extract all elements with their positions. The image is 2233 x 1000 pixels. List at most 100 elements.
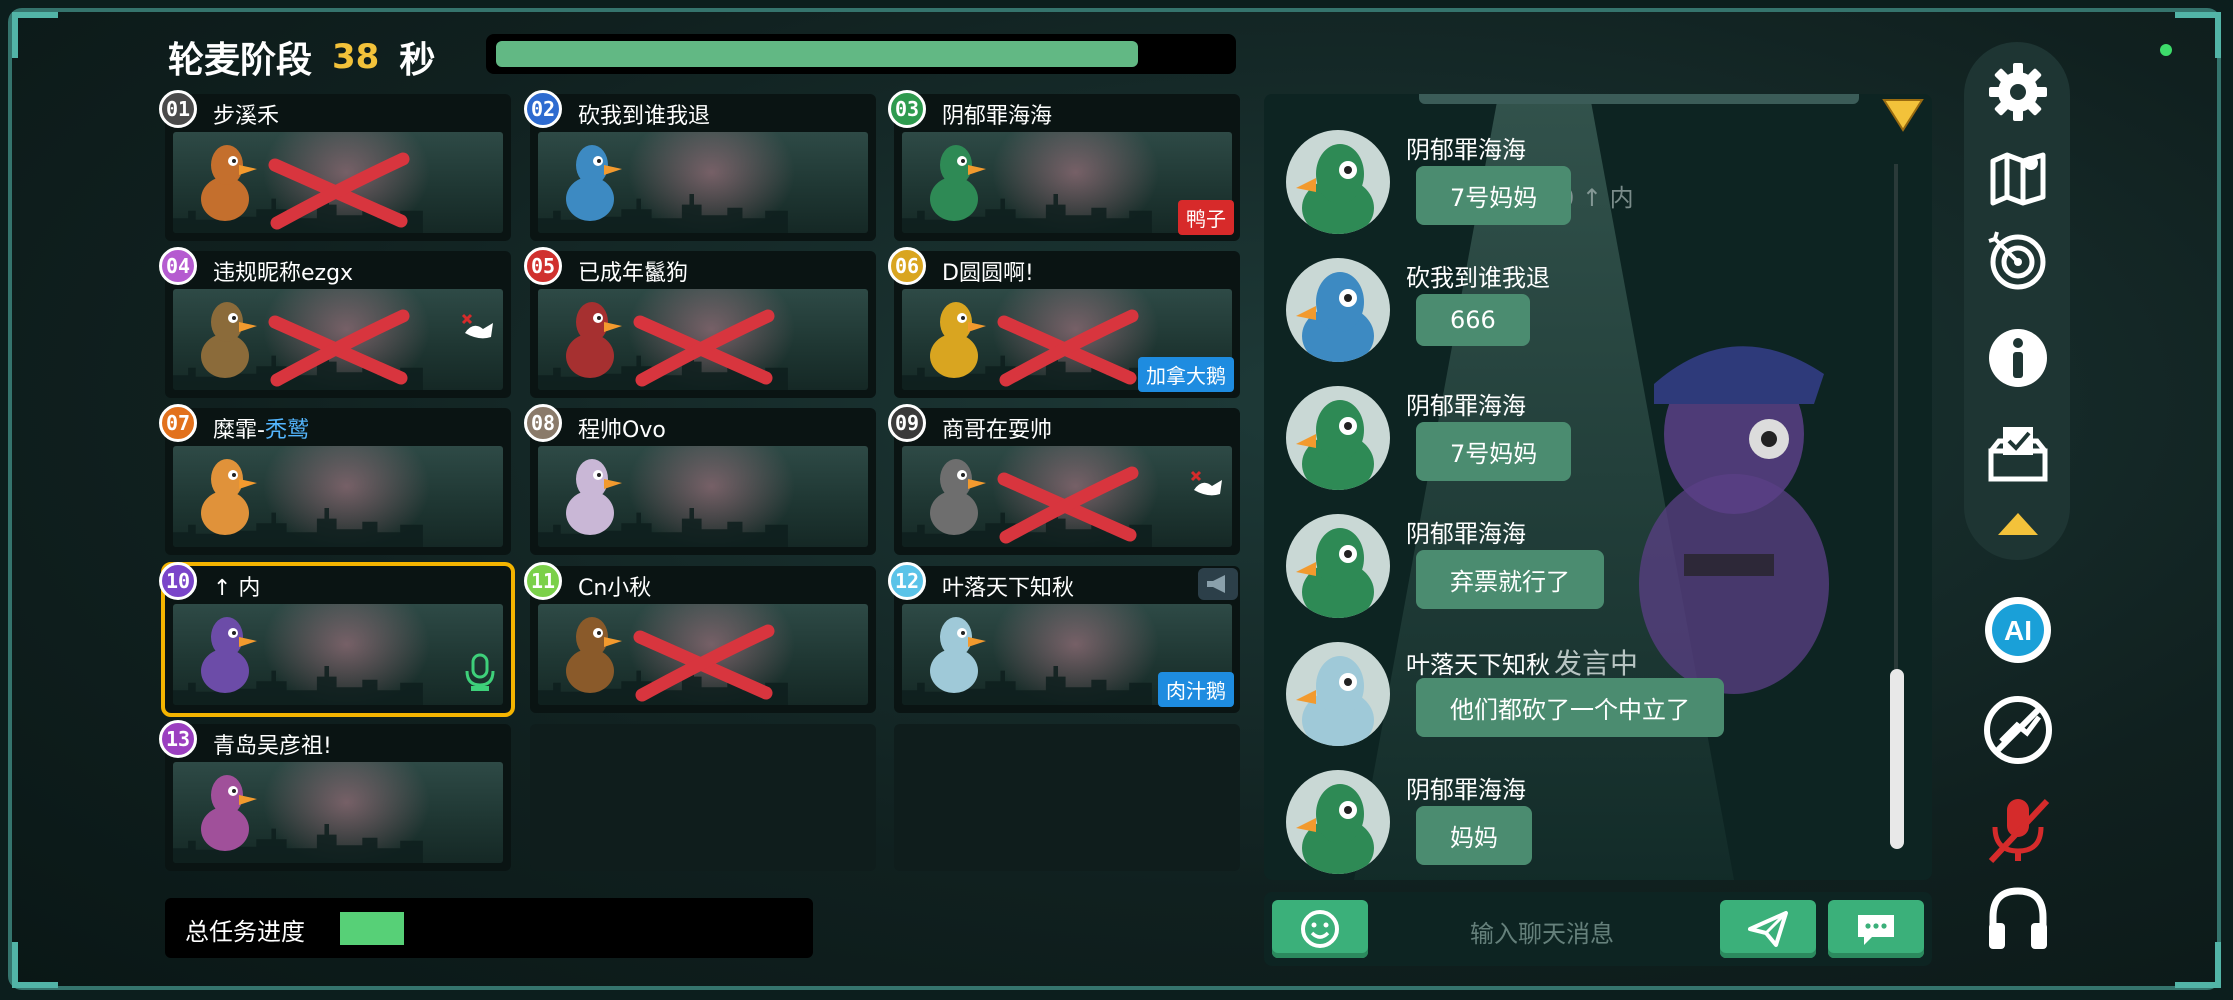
chat-avatar[interactable] (1286, 514, 1390, 618)
connection-dot (2160, 44, 2172, 56)
phase-title: 轮麦阶段 (168, 40, 313, 81)
chat-avatar-goose (1296, 400, 1374, 490)
player-card[interactable]: 01 步溪禾 (159, 90, 511, 241)
player-scene (173, 762, 503, 863)
player-name-text: 糜霏- (213, 418, 265, 443)
chat-bubble: 666 (1416, 294, 1530, 346)
mic-speaking-icon (465, 653, 495, 691)
chat-sender-name: 砍我到谁我退 (1406, 264, 1550, 292)
role-tag: 鸭子 (1178, 200, 1234, 235)
vote-button[interactable] (1978, 412, 2058, 492)
dead-body-icon (1190, 470, 1222, 496)
map-button[interactable] (1978, 138, 2058, 218)
headphones-icon (1989, 887, 2047, 949)
chat-avatar-goose (1296, 272, 1374, 362)
player-card[interactable]: 05 已成年鬣狗 (524, 247, 876, 398)
player-card[interactable]: 07 糜霏-秃鹫 (159, 404, 511, 555)
player-avatar (930, 617, 986, 693)
eliminated-mark-icon (268, 152, 410, 230)
player-name: ↑ 内 (213, 576, 261, 601)
chat-sender: 阴郁罪海海 (1406, 514, 1526, 549)
quick-chat-button[interactable] (1828, 900, 1924, 958)
emoji-button[interactable] (1272, 900, 1368, 958)
player-card[interactable]: 06 D圆圆啊! 加拿大鹅 (888, 247, 1240, 398)
player-name-highlight: 秃鹫 (264, 418, 309, 443)
settings-button[interactable] (1978, 52, 2058, 132)
phase-timer-bar (486, 34, 1236, 74)
no-report-icon (1984, 696, 2052, 764)
player-avatar (201, 302, 257, 378)
phase-seconds: 38 (332, 37, 380, 77)
eliminated-mark-icon (633, 624, 775, 702)
chat-input-bar: 输入聊天消息 (1264, 892, 1932, 966)
player-scene (538, 289, 868, 390)
dead-body-icon (461, 313, 493, 339)
player-card[interactable]: 10 ↑ 内 (159, 562, 515, 717)
player-card[interactable]: 12 叶落天下知秋 肉汁鹅 (888, 562, 1240, 713)
player-card[interactable]: 13 青岛吴彦祖! (159, 720, 511, 871)
player-number-badge: 10 (159, 562, 197, 600)
mic-muted-icon (1988, 798, 2050, 864)
role-tag: 加拿大鹅 (1138, 357, 1234, 392)
player-name: 青岛吴彦祖! (213, 734, 332, 759)
chat-bubble: 7号妈妈 (1416, 422, 1572, 481)
player-number-badge: 06 (888, 247, 926, 285)
no-report-button[interactable] (1978, 690, 2058, 770)
player-name: 违规昵称ezgx (213, 261, 354, 286)
audio-button[interactable] (1978, 878, 2058, 958)
chat-avatar[interactable] (1286, 770, 1390, 874)
task-progress-label: 总任务进度 (185, 918, 305, 946)
chat-sender-name: 阴郁罪海海 (1406, 392, 1526, 420)
target-button[interactable] (1978, 220, 2058, 300)
task-progress-bar (340, 912, 740, 945)
chat-panel: 0 ↑ 内 阴郁罪海海 7号妈妈 砍我到谁我退 666 阴郁罪海海 7号妈妈 阴郁罪海海 弃票… (1264, 94, 1932, 880)
eliminated-mark-icon (997, 466, 1139, 544)
map-icon (1990, 152, 2046, 206)
chat-sender: 阴郁罪海海 (1406, 386, 1526, 421)
chat-input-placeholder[interactable]: 输入聊天消息 (1470, 914, 1614, 949)
chat-avatar-goose (1296, 656, 1374, 746)
frame-corner (12, 942, 58, 988)
player-scene (538, 604, 868, 705)
smile-icon (1301, 910, 1339, 948)
eliminated-mark-icon (268, 309, 410, 387)
player-card[interactable]: 03 阴郁罪海海 鸭子 (888, 90, 1240, 241)
speaker-indicator (1198, 568, 1238, 600)
player-number-badge: 07 (159, 404, 197, 442)
player-card[interactable]: 11 Cn小秋 (524, 562, 876, 713)
chat-avatar[interactable] (1286, 386, 1390, 490)
chat-top-handle (1419, 94, 1859, 104)
player-name: 糜霏-秃鹫 (213, 412, 309, 444)
chat-bubble-icon (1858, 915, 1894, 945)
player-card[interactable]: 08 程帅Ovo (524, 404, 876, 555)
player-avatar (201, 459, 257, 535)
chat-bubble: 妈妈 (1416, 806, 1532, 865)
phase-unit: 秒 (399, 40, 436, 81)
collapse-sidebar-button[interactable] (1978, 494, 2058, 554)
phase-timer-fill (496, 41, 1139, 67)
chat-scroll-top-icon[interactable] (1882, 98, 1924, 134)
player-name: Cn小秋 (578, 576, 652, 601)
chat-sender-name: 阴郁罪海海 (1406, 520, 1526, 548)
player-avatar (566, 145, 622, 221)
chat-avatar[interactable] (1286, 258, 1390, 362)
chat-avatar[interactable] (1286, 642, 1390, 746)
info-button[interactable] (1978, 318, 2058, 398)
mic-toggle-button[interactable] (1978, 790, 2058, 870)
player-scene (173, 446, 503, 547)
info-icon (1989, 329, 2047, 387)
player-card[interactable]: 09 商哥在耍帅 (888, 404, 1240, 555)
chat-scroll-thumb[interactable] (1890, 669, 1904, 849)
ai-button[interactable]: AI (1978, 590, 2058, 670)
player-number-badge: 11 (524, 562, 562, 600)
player-card[interactable]: 02 砍我到谁我退 (524, 90, 876, 241)
player-number-badge: 12 (888, 562, 926, 600)
player-card[interactable]: 04 违规昵称ezgx (159, 247, 511, 398)
send-button[interactable] (1720, 900, 1816, 958)
chat-sender: 叶落天下知秋 发言中 (1406, 642, 1638, 682)
player-scene (538, 132, 868, 233)
chat-avatar[interactable] (1286, 130, 1390, 234)
eliminated-mark-icon (997, 309, 1139, 387)
frame-corner (2175, 942, 2221, 988)
player-avatar (566, 617, 622, 693)
